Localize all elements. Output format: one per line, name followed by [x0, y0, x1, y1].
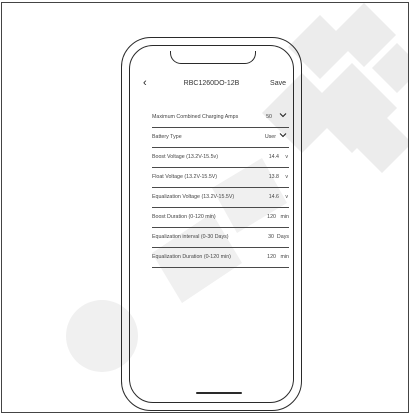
setting-unit: v	[285, 194, 288, 200]
chevron-down-icon[interactable]	[279, 111, 287, 119]
setting-row-max-charging-amps[interactable]: Maximum Combined Charging Amps 50	[152, 108, 289, 128]
setting-value-input[interactable]: 120	[267, 214, 276, 220]
setting-label: Boost Voltage (13.2V-15.5v)	[152, 154, 218, 160]
setting-unit: v	[285, 174, 288, 180]
setting-label: Float Voltage (13.2V-15.5V)	[152, 174, 218, 180]
setting-label: Equalization Voltage (13.2V-15.5V)	[152, 194, 235, 200]
setting-row-equalization-voltage[interactable]: Equalization Voltage (13.2V-15.5V) 14.6 …	[152, 188, 289, 208]
setting-row-float-voltage[interactable]: Float Voltage (13.2V-15.5V) 13.8 v	[152, 168, 289, 188]
setting-label: Maximum Combined Charging Amps	[152, 114, 239, 120]
setting-label: Equalization Duration (0-120 min)	[152, 254, 231, 260]
setting-row-battery-type[interactable]: Battery Type User	[152, 128, 289, 148]
setting-value-input[interactable]: 14.4	[269, 154, 279, 160]
phone-screen: ‹ RBC1260DO-12B Save Maximum Combined Ch…	[129, 45, 294, 403]
setting-value-input[interactable]: 30	[268, 234, 274, 240]
setting-unit: min	[280, 214, 289, 220]
setting-label: Equalization interval (0-30 Days)	[152, 234, 229, 240]
setting-label: Battery Type	[152, 134, 182, 140]
setting-value: 50	[266, 114, 272, 120]
setting-value: User	[264, 134, 276, 140]
setting-row-equalization-duration[interactable]: Equalization Duration (0-120 min) 120 mi…	[152, 248, 289, 268]
setting-row-equalization-interval[interactable]: Equalization interval (0-30 Days) 30 Day…	[152, 228, 289, 248]
top-bar: ‹ RBC1260DO-12B Save	[130, 77, 293, 91]
setting-unit: Days	[276, 234, 289, 240]
setting-row-boost-duration[interactable]: Boost Duration (0-120 min) 120 min	[152, 208, 289, 228]
setting-value-input[interactable]: 120	[267, 254, 276, 260]
figure-frame: ‹ RBC1260DO-12B Save Maximum Combined Ch…	[1, 2, 409, 413]
phone-mockup: ‹ RBC1260DO-12B Save Maximum Combined Ch…	[121, 37, 302, 411]
setting-value-input[interactable]: 14.6	[269, 194, 279, 200]
chevron-down-icon[interactable]	[279, 131, 287, 139]
setting-unit: min	[280, 254, 289, 260]
setting-label: Boost Duration (0-120 min)	[152, 214, 216, 220]
settings-list: Maximum Combined Charging Amps 50 Batter…	[152, 108, 289, 268]
setting-row-boost-voltage[interactable]: Boost Voltage (13.2V-15.5v) 14.4 v	[152, 148, 289, 168]
setting-value-input[interactable]: 13.8	[269, 174, 279, 180]
setting-unit: v	[285, 154, 288, 160]
save-button[interactable]: Save	[270, 80, 286, 87]
home-indicator	[196, 392, 242, 394]
phone-notch	[170, 51, 256, 64]
page-title: RBC1260DO-12B	[183, 80, 240, 87]
